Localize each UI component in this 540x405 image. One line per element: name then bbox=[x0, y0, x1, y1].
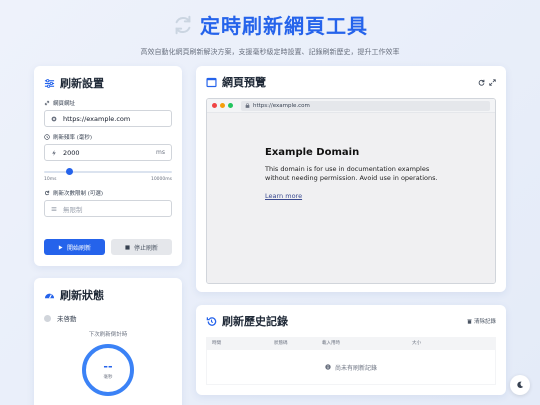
refresh-logo-icon bbox=[175, 15, 191, 34]
count-input[interactable]: 無限制 bbox=[44, 200, 172, 217]
trash-icon bbox=[467, 319, 472, 324]
browser-address-bar[interactable]: https://example.com bbox=[241, 100, 490, 111]
settings-card: 刷新設置 網頁網址 https://example.com 刷新頻率 (毫秒) … bbox=[34, 66, 182, 266]
history-card: 刷新歷史記錄 清除記錄 時間 狀態碼 載入用時 大小 尚未有刷新記錄 bbox=[196, 305, 506, 395]
stop-refresh-button[interactable]: 停止刷新 bbox=[111, 239, 172, 255]
browser-address-text: https://example.com bbox=[253, 102, 310, 109]
clear-history-label: 清除記錄 bbox=[473, 319, 496, 325]
interval-input[interactable]: 2000 ms bbox=[44, 144, 172, 161]
browser-frame: https://example.com Example Domain This … bbox=[206, 98, 496, 284]
page-header: 定時刷新網頁工具 高效自動化網頁刷新解決方案，支援毫秒級定時設置、記錄刷新歷史，… bbox=[0, 10, 540, 57]
slider-labels: 10ms 10000ms bbox=[44, 177, 172, 182]
status-card-title: 刷新狀態 bbox=[44, 287, 172, 303]
preview-card: 網頁預覽 https://example.com Example Domain … bbox=[196, 66, 506, 292]
history-title-text: 刷新歷史記錄 bbox=[222, 315, 288, 328]
expand-icon[interactable] bbox=[489, 78, 496, 86]
sliders-icon bbox=[44, 78, 55, 88]
preview-title-text: 網頁預覽 bbox=[222, 76, 266, 89]
history-table-header: 時間 狀態碼 載入用時 大小 bbox=[206, 337, 496, 349]
column-header-load-time: 載入用時 bbox=[322, 341, 340, 346]
gauge-icon bbox=[44, 293, 55, 298]
window-icon bbox=[206, 77, 217, 87]
start-refresh-button[interactable]: 開始刷新 bbox=[44, 239, 105, 255]
globe-icon bbox=[51, 116, 57, 121]
status-state-text: 未啓動 bbox=[57, 315, 77, 323]
count-input-placeholder: 無限制 bbox=[63, 205, 83, 214]
theme-toggle-button[interactable] bbox=[510, 375, 530, 395]
browser-toolbar: https://example.com bbox=[207, 99, 495, 113]
preview-content: Example Domain This domain is for use in… bbox=[207, 113, 495, 283]
interval-input-value: 2000 bbox=[63, 148, 80, 157]
slider-max-label: 10000ms bbox=[150, 177, 172, 182]
preview-page-text: This domain is for use in documentation … bbox=[265, 165, 438, 183]
history-card-title: 刷新歷史記錄 bbox=[206, 313, 288, 329]
bolt-icon bbox=[52, 149, 56, 156]
history-empty-text: 尚未有刷新記錄 bbox=[334, 364, 377, 372]
page-subtitle: 高效自動化網頁刷新解決方案，支援毫秒級定時設置、記錄刷新歷史，提升工作效率 bbox=[140, 48, 400, 56]
clock-icon bbox=[44, 134, 50, 140]
url-label: 網頁網址 bbox=[44, 99, 172, 107]
interval-unit: ms bbox=[156, 149, 165, 156]
settings-card-title: 刷新設置 bbox=[44, 75, 172, 91]
countdown-value: -- bbox=[103, 359, 113, 373]
countdown-ring: -- 毫秒 bbox=[82, 344, 134, 396]
page-title: 定時刷新網頁工具 bbox=[200, 14, 368, 38]
interval-label-text: 刷新頻率 (毫秒) bbox=[53, 135, 93, 141]
preview-page-heading: Example Domain bbox=[265, 147, 360, 158]
list-icon bbox=[51, 206, 57, 211]
slider-min-label: 10ms bbox=[44, 177, 57, 182]
history-table: 時間 狀態碼 載入用時 大小 尚未有刷新記錄 bbox=[206, 337, 496, 385]
column-header-size: 大小 bbox=[412, 341, 421, 346]
play-icon bbox=[58, 244, 63, 250]
window-maximize-dot bbox=[228, 103, 233, 108]
slider-thumb[interactable] bbox=[66, 168, 74, 175]
interval-label: 刷新頻率 (毫秒) bbox=[44, 133, 172, 141]
count-label: 刷新次數限制 (可選) bbox=[44, 189, 172, 197]
status-dot bbox=[44, 314, 51, 322]
stop-icon bbox=[125, 244, 130, 250]
url-input-value: https://example.com bbox=[63, 114, 131, 123]
info-icon bbox=[325, 364, 331, 370]
status-title-text: 刷新狀態 bbox=[60, 289, 104, 302]
countdown-label: 下次刷新倒計時 bbox=[88, 332, 128, 338]
url-input[interactable]: https://example.com bbox=[44, 110, 172, 127]
settings-actions: 開始刷新 停止刷新 bbox=[44, 239, 172, 255]
countdown-unit: 毫秒 bbox=[103, 374, 113, 380]
count-label-text: 刷新次數限制 (可選) bbox=[53, 191, 104, 197]
interval-slider[interactable] bbox=[44, 167, 172, 177]
preview-learn-more-link[interactable]: Learn more bbox=[265, 192, 302, 200]
moon-icon bbox=[517, 381, 524, 389]
window-minimize-dot bbox=[220, 103, 225, 108]
stop-refresh-label: 停止刷新 bbox=[133, 245, 158, 252]
refresh-preview-icon[interactable] bbox=[478, 79, 485, 86]
url-label-text: 網頁網址 bbox=[53, 101, 76, 107]
window-close-dot bbox=[212, 103, 217, 108]
repeat-icon bbox=[44, 190, 50, 196]
clear-history-button[interactable]: 清除記錄 bbox=[467, 317, 496, 325]
history-empty-state: 尚未有刷新記錄 bbox=[206, 349, 496, 385]
lock-icon bbox=[245, 103, 250, 108]
column-header-status: 狀態碼 bbox=[274, 341, 288, 346]
column-header-time: 時間 bbox=[212, 341, 221, 346]
link-icon bbox=[44, 100, 50, 106]
settings-title-text: 刷新設置 bbox=[60, 77, 104, 90]
status-card: 刷新狀態 未啓動 下次刷新倒計時 -- 毫秒 bbox=[34, 278, 182, 405]
history-icon bbox=[206, 316, 217, 326]
status-indicator: 未啓動 bbox=[44, 313, 172, 323]
slider-track bbox=[44, 171, 172, 173]
start-refresh-label: 開始刷新 bbox=[66, 245, 91, 252]
preview-card-title: 網頁預覽 bbox=[206, 74, 266, 90]
